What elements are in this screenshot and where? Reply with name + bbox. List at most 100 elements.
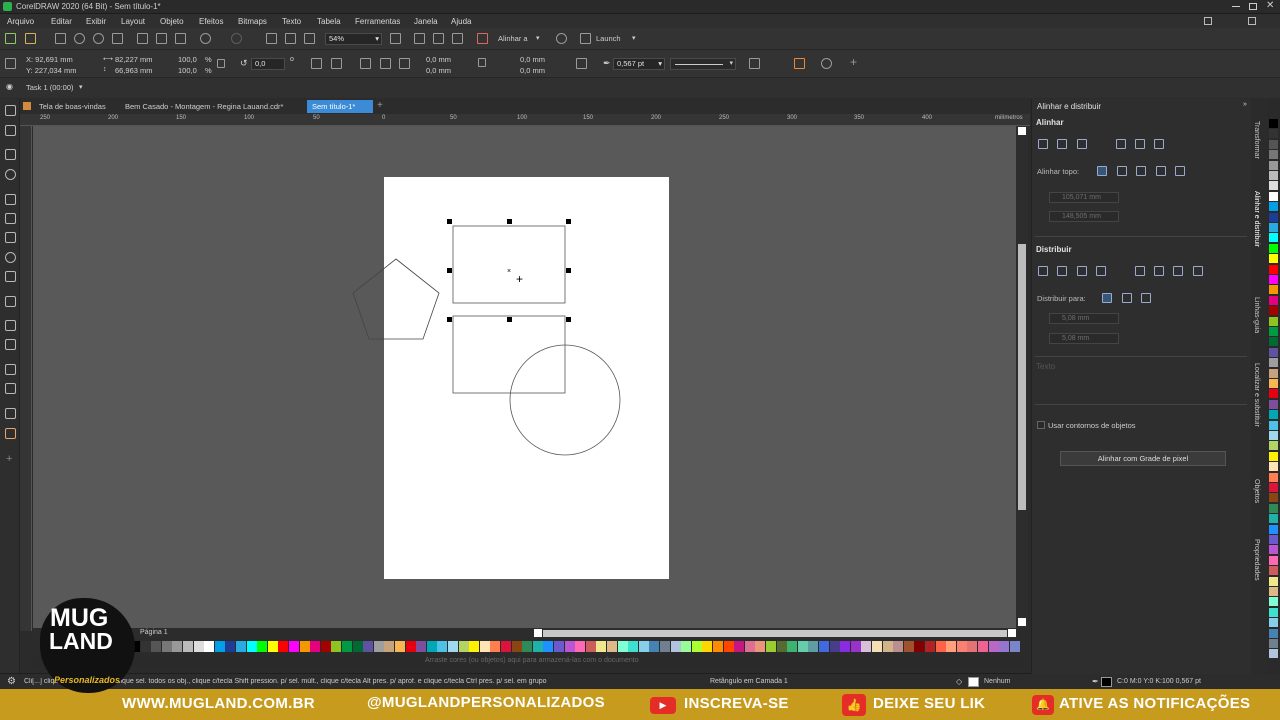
color-swatch[interactable] bbox=[585, 641, 596, 652]
color-swatch[interactable] bbox=[978, 641, 988, 652]
color-swatch[interactable] bbox=[1269, 524, 1278, 534]
color-swatch[interactable] bbox=[437, 641, 448, 652]
color-swatch[interactable] bbox=[501, 641, 511, 652]
color-swatch[interactable] bbox=[861, 641, 872, 652]
color-swatch[interactable] bbox=[320, 641, 331, 652]
color-swatch[interactable] bbox=[373, 641, 384, 652]
align-active-objects-icon[interactable] bbox=[1097, 166, 1107, 176]
color-swatch[interactable] bbox=[935, 641, 946, 652]
color-swatch[interactable] bbox=[956, 641, 967, 652]
distribute-page-icon[interactable] bbox=[1122, 293, 1132, 303]
color-swatch[interactable] bbox=[1269, 566, 1278, 576]
color-swatch[interactable] bbox=[225, 641, 236, 652]
color-swatch[interactable] bbox=[1269, 462, 1278, 472]
color-swatch[interactable] bbox=[575, 641, 586, 652]
color-swatch[interactable] bbox=[1009, 641, 1020, 652]
rectangle-shape[interactable] bbox=[452, 225, 566, 304]
color-swatch[interactable] bbox=[1269, 472, 1278, 482]
color-swatch[interactable] bbox=[1269, 316, 1278, 326]
color-swatch[interactable] bbox=[1269, 139, 1278, 149]
color-swatch[interactable] bbox=[183, 641, 193, 652]
color-swatch[interactable] bbox=[1269, 483, 1278, 492]
color-swatch[interactable] bbox=[1269, 347, 1278, 357]
color-swatch[interactable] bbox=[1269, 379, 1278, 388]
align-center-h-icon[interactable] bbox=[1057, 139, 1067, 149]
color-swatch[interactable] bbox=[193, 641, 204, 652]
color-swatch[interactable] bbox=[766, 641, 776, 652]
color-swatch[interactable] bbox=[723, 641, 734, 652]
color-swatch[interactable] bbox=[1269, 410, 1278, 420]
color-swatch[interactable] bbox=[490, 641, 501, 652]
align-specified-point-icon[interactable] bbox=[1175, 166, 1185, 176]
color-swatch[interactable] bbox=[204, 641, 215, 652]
color-swatch[interactable] bbox=[670, 641, 681, 652]
color-swatch[interactable] bbox=[479, 641, 490, 652]
color-swatch[interactable] bbox=[1269, 441, 1278, 451]
color-swatch[interactable] bbox=[416, 641, 427, 652]
color-swatch[interactable] bbox=[532, 641, 543, 652]
color-swatch[interactable] bbox=[829, 641, 840, 652]
color-swatch[interactable] bbox=[342, 641, 352, 652]
color-swatch[interactable] bbox=[1269, 181, 1278, 191]
color-swatch[interactable] bbox=[161, 641, 172, 652]
color-swatch[interactable] bbox=[172, 641, 183, 652]
align-center-v-icon[interactable] bbox=[1135, 139, 1145, 149]
color-swatch[interactable] bbox=[564, 641, 575, 652]
color-swatch[interactable] bbox=[893, 641, 904, 652]
color-swatch[interactable] bbox=[1269, 420, 1278, 430]
color-swatch[interactable] bbox=[988, 641, 999, 652]
page-tab[interactable]: Página 1 bbox=[140, 629, 168, 636]
color-swatch[interactable] bbox=[458, 641, 469, 652]
color-swatch[interactable] bbox=[744, 641, 755, 652]
color-swatch[interactable] bbox=[352, 641, 363, 652]
scroll-thumb[interactable] bbox=[543, 630, 1007, 637]
color-swatch[interactable] bbox=[1269, 576, 1278, 586]
color-swatch[interactable] bbox=[967, 641, 978, 652]
color-swatch[interactable] bbox=[1269, 639, 1278, 648]
color-swatch[interactable] bbox=[543, 641, 554, 652]
color-swatch[interactable] bbox=[999, 641, 1010, 652]
color-swatch[interactable] bbox=[1269, 503, 1278, 513]
color-swatch[interactable] bbox=[914, 641, 925, 652]
color-swatch[interactable] bbox=[1269, 243, 1278, 253]
no-fill-swatch[interactable] bbox=[968, 677, 979, 687]
scroll-right-icon[interactable] bbox=[1008, 629, 1016, 637]
color-swatch[interactable] bbox=[1269, 285, 1278, 295]
color-swatch[interactable] bbox=[1269, 233, 1278, 243]
color-swatch[interactable] bbox=[554, 641, 564, 652]
color-swatch[interactable] bbox=[363, 641, 374, 652]
color-swatch[interactable] bbox=[1269, 389, 1278, 399]
color-swatch[interactable] bbox=[1269, 202, 1278, 212]
color-swatch[interactable] bbox=[1269, 150, 1278, 160]
color-swatch[interactable] bbox=[660, 641, 670, 652]
color-swatch[interactable] bbox=[617, 641, 628, 652]
color-swatch[interactable] bbox=[405, 641, 416, 652]
color-swatch[interactable] bbox=[1269, 306, 1278, 316]
color-palette[interactable] bbox=[130, 641, 1020, 653]
color-swatch[interactable] bbox=[1269, 514, 1278, 524]
align-page-edge-icon[interactable] bbox=[1117, 166, 1127, 176]
color-swatch[interactable] bbox=[1269, 223, 1278, 232]
distribute-center-v-icon[interactable] bbox=[1154, 266, 1164, 276]
document-palette[interactable]: Arraste cores (ou objetos) aqui para arm… bbox=[33, 655, 1023, 667]
color-swatch[interactable] bbox=[1269, 587, 1278, 596]
color-swatch[interactable] bbox=[1269, 119, 1278, 128]
align-page-center-icon[interactable] bbox=[1136, 166, 1146, 176]
color-swatch[interactable] bbox=[1269, 264, 1278, 274]
scroll-down-icon[interactable] bbox=[1018, 618, 1026, 626]
color-swatch[interactable] bbox=[384, 641, 395, 652]
color-swatch[interactable] bbox=[1269, 212, 1278, 222]
color-swatch[interactable] bbox=[1269, 493, 1278, 503]
color-swatch[interactable] bbox=[1269, 160, 1278, 170]
color-swatch[interactable] bbox=[469, 641, 480, 652]
settings-icon[interactable]: ⚙ bbox=[7, 676, 16, 687]
color-swatch[interactable] bbox=[681, 641, 692, 652]
scroll-thumb[interactable] bbox=[1018, 244, 1026, 510]
color-swatch[interactable] bbox=[734, 641, 745, 652]
color-swatch[interactable] bbox=[395, 641, 405, 652]
color-swatch[interactable] bbox=[1269, 555, 1278, 565]
distribute-selection-icon[interactable] bbox=[1102, 293, 1112, 303]
color-swatch[interactable] bbox=[1269, 368, 1278, 378]
color-swatch[interactable] bbox=[1269, 295, 1278, 305]
color-swatch[interactable] bbox=[808, 641, 819, 652]
